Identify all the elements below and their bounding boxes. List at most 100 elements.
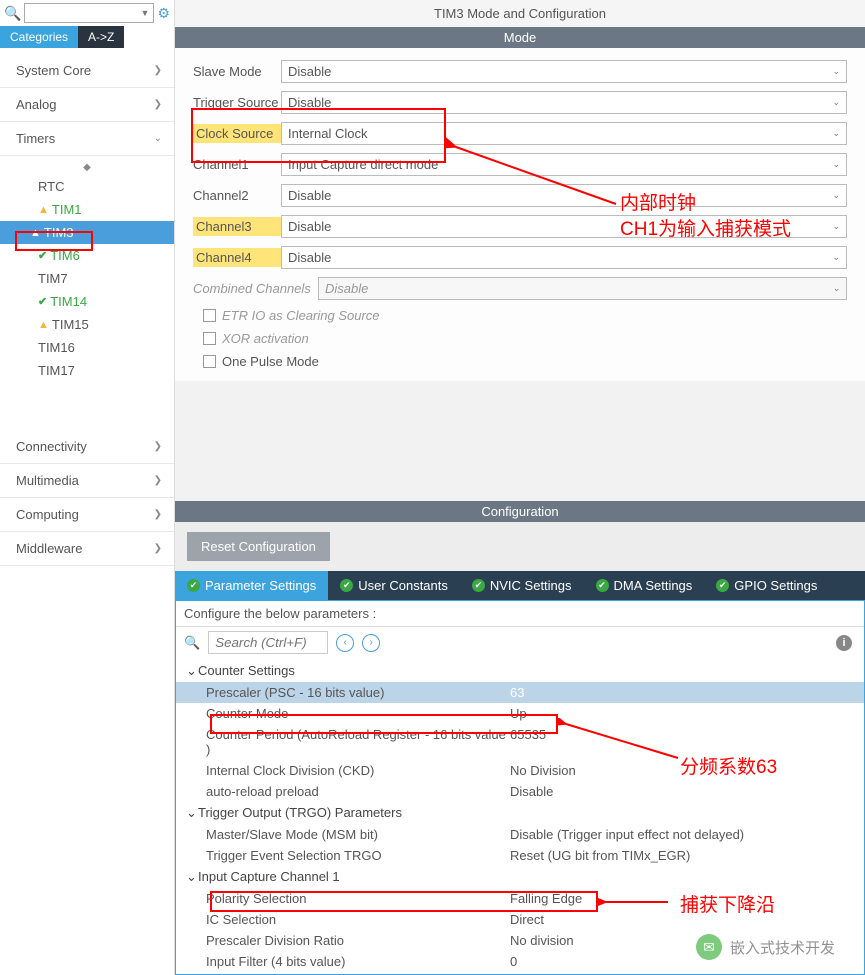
chevron-down-icon: ⌄ xyxy=(832,221,840,232)
group-input-capture-ch1[interactable]: ⌄Input Capture Channel 1 xyxy=(176,866,864,888)
channel1-label: Channel1 xyxy=(193,157,281,172)
timer-tim3[interactable]: ▲TIM3 xyxy=(0,221,174,244)
channel2-select[interactable]: Disable⌄ xyxy=(281,184,847,207)
sidebar: 🔍 ▼ ⚙ Categories A->Z System Core❯ Analo… xyxy=(0,0,175,975)
sidebar-item-connectivity[interactable]: Connectivity❯ xyxy=(0,430,174,464)
param-msm-bit[interactable]: Master/Slave Mode (MSM bit)Disable (Trig… xyxy=(176,824,864,845)
config-search-input[interactable] xyxy=(208,631,328,654)
main-panel: TIM3 Mode and Configuration Mode Slave M… xyxy=(175,0,865,975)
chevron-down-icon: ⌄ xyxy=(832,252,840,263)
timer-tim15[interactable]: ▲TIM15 xyxy=(0,313,174,336)
search-icon: 🔍 xyxy=(184,635,200,651)
chevron-right-icon: ❯ xyxy=(154,99,162,110)
timer-tim6[interactable]: ✔TIM6 xyxy=(0,244,174,267)
check-icon: ✔ xyxy=(716,579,729,592)
timer-tim16[interactable]: TIM16 xyxy=(0,336,174,359)
chevron-down-icon: ⌄ xyxy=(832,128,840,139)
timer-tim7[interactable]: TIM7 xyxy=(0,267,174,290)
group-counter-settings[interactable]: ⌄Counter Settings xyxy=(176,660,864,682)
combined-channels-label: Combined Channels xyxy=(193,281,318,296)
next-result-button[interactable]: › xyxy=(362,634,380,652)
timer-tim17[interactable]: TIM17 xyxy=(0,359,174,382)
timer-tim14[interactable]: ✔TIM14 xyxy=(0,290,174,313)
watermark: ✉ 嵌入式技术开发 xyxy=(696,934,835,960)
one-pulse-checkbox-row[interactable]: One Pulse Mode xyxy=(193,354,847,369)
group-trgo-params[interactable]: ⌄Trigger Output (TRGO) Parameters xyxy=(176,802,864,824)
annotation-text: CH1为输入捕获模式 xyxy=(620,214,791,241)
annotation-text: 内部时钟 xyxy=(620,188,696,215)
sidebar-item-middleware[interactable]: Middleware❯ xyxy=(0,532,174,566)
sidebar-item-system-core[interactable]: System Core❯ xyxy=(0,54,174,88)
config-description: Configure the below parameters : xyxy=(176,601,864,627)
tab-dma-settings[interactable]: ✔DMA Settings xyxy=(584,571,705,600)
check-icon: ✔ xyxy=(38,249,47,262)
clock-source-label: Clock Source xyxy=(193,124,281,143)
sidebar-item-analog[interactable]: Analog❯ xyxy=(0,88,174,122)
chevron-right-icon: ❯ xyxy=(154,441,162,452)
slave-mode-select[interactable]: Disable⌄ xyxy=(281,60,847,83)
trigger-source-select[interactable]: Disable⌄ xyxy=(281,91,847,114)
channel4-label: Channel4 xyxy=(193,248,281,267)
chevron-down-icon: ⌄ xyxy=(832,97,840,108)
check-icon: ✔ xyxy=(340,579,353,592)
check-icon: ✔ xyxy=(187,579,200,592)
chevron-right-icon: ❯ xyxy=(154,509,162,520)
warn-icon: ▲ xyxy=(30,227,41,239)
param-prescaler[interactable]: Prescaler (PSC - 16 bits value)63 xyxy=(176,682,864,703)
checkbox-icon[interactable] xyxy=(203,355,216,368)
chevron-right-icon: ❯ xyxy=(154,475,162,486)
check-icon: ✔ xyxy=(472,579,485,592)
warn-icon: ▲ xyxy=(38,204,49,216)
sidebar-search-input[interactable]: ▼ xyxy=(24,3,154,23)
etr-checkbox-row: ETR IO as Clearing Source xyxy=(193,308,847,323)
info-icon[interactable]: i xyxy=(836,635,852,651)
search-icon: 🔍 xyxy=(4,5,21,22)
channel3-label: Channel3 xyxy=(193,217,281,236)
chevron-down-icon: ⌄ xyxy=(832,283,840,294)
check-icon: ✔ xyxy=(38,295,47,308)
reset-config-button[interactable]: Reset Configuration xyxy=(187,532,330,561)
combined-channels-select: Disable⌄ xyxy=(318,277,847,300)
trigger-source-label: Trigger Source xyxy=(193,95,281,110)
sidebar-item-computing[interactable]: Computing❯ xyxy=(0,498,174,532)
tab-categories[interactable]: Categories xyxy=(0,26,78,48)
chevron-down-icon: ⌄ xyxy=(832,159,840,170)
tab-user-constants[interactable]: ✔User Constants xyxy=(328,571,460,600)
chevron-right-icon: ❯ xyxy=(154,543,162,554)
tab-nvic-settings[interactable]: ✔NVIC Settings xyxy=(460,571,584,600)
timer-rtc[interactable]: RTC xyxy=(0,175,174,198)
clock-source-select[interactable]: Internal Clock⌄ xyxy=(281,122,847,145)
chevron-down-icon: ⌄ xyxy=(832,66,840,77)
sort-indicator[interactable]: ◆ xyxy=(0,160,174,175)
watermark-text: 嵌入式技术开发 xyxy=(730,937,835,958)
tab-gpio-settings[interactable]: ✔GPIO Settings xyxy=(704,571,829,600)
chevron-down-icon: ⌄ xyxy=(832,190,840,201)
checkbox-icon xyxy=(203,309,216,322)
param-trgo-event[interactable]: Trigger Event Selection TRGOReset (UG bi… xyxy=(176,845,864,866)
slave-mode-label: Slave Mode xyxy=(193,64,281,79)
annotation-text: 捕获下降沿 xyxy=(680,890,775,917)
warn-icon: ▲ xyxy=(38,319,49,331)
chevron-down-icon: ⌄ xyxy=(154,133,162,144)
sidebar-item-multimedia[interactable]: Multimedia❯ xyxy=(0,464,174,498)
tab-az[interactable]: A->Z xyxy=(78,26,124,48)
param-counter-mode[interactable]: Counter ModeUp xyxy=(176,703,864,724)
chevron-right-icon: ❯ xyxy=(154,65,162,76)
channel2-label: Channel2 xyxy=(193,188,281,203)
timer-tim1[interactable]: ▲TIM1 xyxy=(0,198,174,221)
prev-result-button[interactable]: ‹ xyxy=(336,634,354,652)
checkbox-icon xyxy=(203,332,216,345)
wechat-icon: ✉ xyxy=(696,934,722,960)
gear-icon[interactable]: ⚙ xyxy=(157,5,170,22)
page-title: TIM3 Mode and Configuration xyxy=(175,0,865,27)
param-auto-reload-preload[interactable]: auto-reload preloadDisable xyxy=(176,781,864,802)
config-header: Configuration xyxy=(175,501,865,522)
mode-header: Mode xyxy=(175,27,865,48)
channel1-select[interactable]: Input Capture direct mode⌄ xyxy=(281,153,847,176)
xor-checkbox-row: XOR activation xyxy=(193,331,847,346)
sidebar-item-timers[interactable]: Timers⌄ xyxy=(0,122,174,156)
check-icon: ✔ xyxy=(596,579,609,592)
annotation-text: 分频系数63 xyxy=(680,752,777,779)
channel4-select[interactable]: Disable⌄ xyxy=(281,246,847,269)
tab-parameter-settings[interactable]: ✔Parameter Settings xyxy=(175,571,328,600)
